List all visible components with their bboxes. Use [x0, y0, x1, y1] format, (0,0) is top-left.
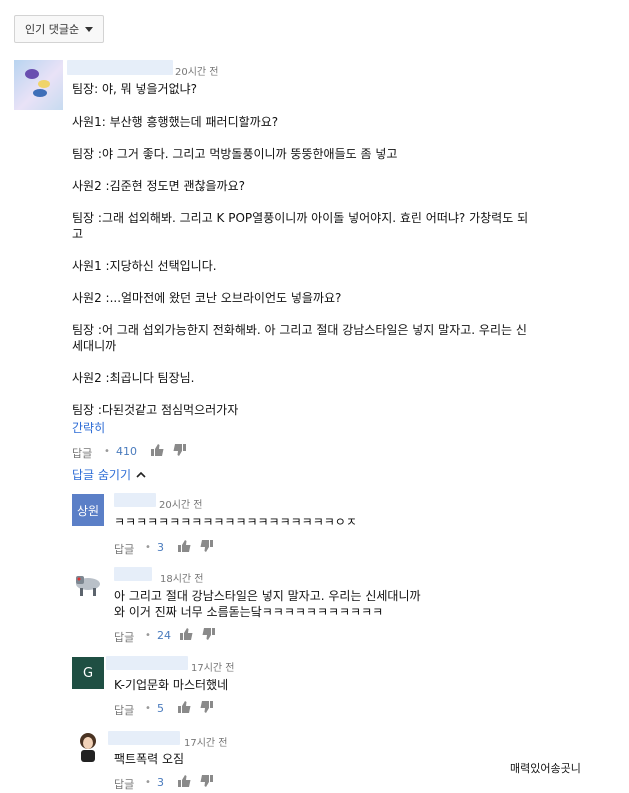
comment-line: 사원1: 부산행 흥행했는데 패러디할까요?	[72, 115, 279, 129]
author-name-redacted[interactable]	[67, 60, 173, 75]
comment-line: 팩트폭력 오짐	[114, 752, 185, 766]
thumbs-down-icon[interactable]	[202, 628, 215, 640]
reply-button[interactable]: 답글	[114, 629, 134, 645]
comment-line: 아 그리고 절대 강남스타일은 넣지 말자고. 우리는 신세대니까	[114, 589, 421, 603]
author-name-redacted[interactable]	[114, 567, 152, 581]
girl-avatar-icon	[80, 733, 96, 762]
thumbs-up-icon[interactable]	[178, 540, 191, 552]
comment-line: 팀장: 야, 뭐 넣을거없냐?	[72, 82, 198, 96]
avatar[interactable]	[72, 730, 104, 764]
author-name-redacted[interactable]	[114, 493, 156, 507]
thumbs-up-icon[interactable]	[178, 701, 191, 713]
robot-dog-avatar-icon	[76, 576, 100, 596]
avatar-initials: G	[82, 665, 94, 681]
thumbs-down-icon[interactable]	[200, 775, 213, 787]
separator-dot: •	[104, 446, 110, 457]
comment-line: 고	[72, 227, 84, 241]
like-count: 3	[157, 541, 164, 554]
reply-button[interactable]: 답글	[114, 702, 134, 718]
thumbs-down-icon[interactable]	[200, 540, 213, 552]
thumbs-up-icon[interactable]	[151, 444, 164, 456]
like-count: 3	[157, 776, 164, 789]
comment-line: ㅋㅋㅋㅋㅋㅋㅋㅋㅋㅋㅋㅋㅋㅋㅋㅋㅋㅋㅋㅋㅇㅈ	[114, 515, 357, 529]
butterfly-avatar-icon	[25, 69, 50, 97]
sort-label: 인기 댓글순	[25, 23, 80, 36]
comment-line: 사원1 :지당하신 선택입니다.	[72, 259, 217, 273]
thumbs-down-icon[interactable]	[200, 701, 213, 713]
comment-line: 사원2 :...얼마전에 왔던 코난 오브라이언도 넣을까요?	[72, 291, 342, 305]
avatar[interactable]	[14, 60, 63, 110]
comment-line: 팀장 :어 그래 섭외가능한지 전화해봐. 아 그리고 절대 강남스타일은 넣지…	[72, 323, 527, 337]
comment-line: 와 이거 진짜 너무 소름돋는닼ㅋㅋㅋㅋㅋㅋㅋㅋㅋㅋㅋ	[114, 605, 384, 619]
comment-time: 20시간 전	[159, 500, 203, 511]
comment-time: 18시간 전	[160, 574, 204, 585]
comment-line: 팀장 :다된것같고 점심먹으러가자	[72, 403, 239, 417]
comment-line: K-기업문화 마스터했네	[114, 678, 229, 692]
comment-line: 사원2 :김준현 정도면 괜찮을까요?	[72, 179, 246, 193]
like-count: 5	[157, 702, 164, 715]
comment-line: 팀장 :야 그거 좋다. 그리고 먹방돌풍이니까 뚱뚱한애들도 좀 넣고	[72, 147, 398, 161]
avatar[interactable]: G	[72, 657, 104, 689]
watermark: 매력있어송곳니	[510, 760, 581, 776]
comment-line: 팀장 :그래 섭외해봐. 그리고 K POP열풍이니까 아이돌 넣어야지. 효린…	[72, 211, 529, 225]
thumbs-up-icon[interactable]	[178, 775, 191, 787]
chevron-down-icon	[85, 26, 94, 32]
comment-line: 세대니까	[72, 339, 117, 353]
avatar-initials: 상원	[76, 503, 100, 518]
separator-dot: •	[145, 630, 151, 641]
hide-replies-label: 답글 숨기기	[72, 468, 132, 482]
comment-time: 20시간 전	[175, 67, 219, 78]
collapse-link[interactable]: 간략히	[72, 419, 105, 436]
separator-dot: •	[145, 703, 151, 714]
separator-dot: •	[145, 777, 151, 788]
reply-button[interactable]: 답글	[114, 776, 134, 792]
separator-dot: •	[145, 542, 151, 553]
hide-replies-toggle[interactable]: 답글 숨기기	[72, 466, 146, 483]
thumbs-up-icon[interactable]	[180, 628, 193, 640]
like-count: 410	[116, 445, 137, 458]
reply-button[interactable]: 답글	[114, 541, 134, 557]
avatar[interactable]	[72, 566, 104, 600]
author-name-redacted[interactable]	[108, 731, 180, 745]
like-count: 24	[157, 629, 171, 642]
avatar[interactable]: 상원	[72, 494, 104, 526]
reply-button[interactable]: 답글	[72, 445, 92, 461]
chevron-up-icon	[136, 471, 146, 478]
author-name-redacted[interactable]	[106, 656, 188, 670]
comment-time: 17시간 전	[191, 663, 235, 674]
comment-line: 사원2 :최곱니다 팀장님.	[72, 371, 195, 385]
comment-time: 17시간 전	[184, 738, 228, 749]
thumbs-down-icon[interactable]	[173, 444, 186, 456]
sort-dropdown[interactable]: 인기 댓글순	[14, 15, 104, 43]
